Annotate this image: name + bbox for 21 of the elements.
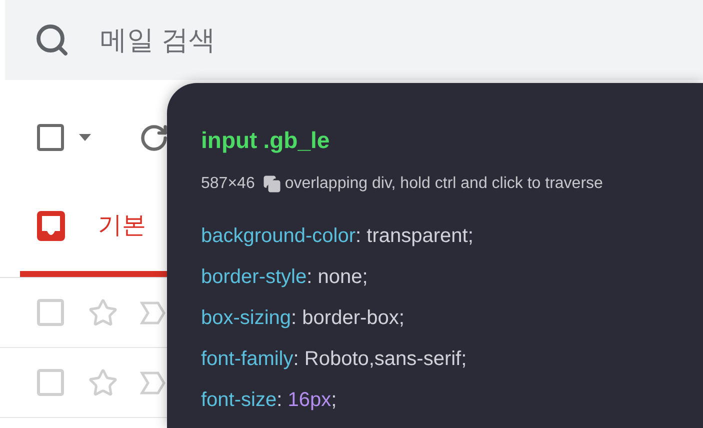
css-property: font-family: Roboto,sans-serif; [201, 346, 468, 372]
refresh-icon[interactable] [139, 122, 169, 152]
element-size: 587×46 [201, 174, 255, 194]
importance-marker-icon[interactable] [140, 300, 166, 324]
element-tag: input [201, 123, 258, 158]
search-field[interactable]: 메일 검색 [100, 20, 600, 60]
importance-marker-icon[interactable] [140, 370, 166, 394]
copy-icon [262, 174, 281, 192]
caret-icon[interactable] [79, 134, 91, 141]
checkbox[interactable] [37, 124, 64, 151]
star-icon[interactable] [88, 368, 118, 398]
css-property: border-style: none; [201, 264, 369, 290]
overlap-note: overlapping div, hold ctrl and click to traverse [284, 174, 603, 194]
star-icon[interactable] [88, 298, 118, 328]
css-property: background-color: transparent; [201, 224, 474, 248]
element-class: .gb_le [263, 126, 330, 155]
search-icon [34, 22, 70, 58]
search-bar[interactable]: 메일 검색 [5, 0, 703, 80]
inbox-icon [37, 210, 65, 240]
css-property: box-sizing: border-box; [201, 306, 406, 330]
css-property: font-size: 16px; [201, 388, 338, 412]
